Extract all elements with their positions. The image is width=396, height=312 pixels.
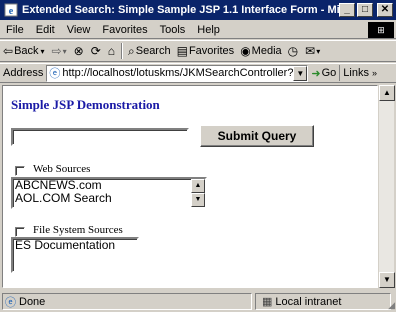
minimize-button[interactable]: _ bbox=[339, 3, 355, 17]
favorites-icon: ▤ bbox=[176, 44, 188, 58]
stop-button[interactable]: ⊗ bbox=[71, 44, 88, 58]
forward-dropdown-icon[interactable]: ▾ bbox=[63, 47, 67, 56]
title-bar: e Extended Search: Simple Sample JSP 1.1… bbox=[0, 0, 396, 20]
windows-logo-icon: ⊞ bbox=[368, 22, 394, 38]
search-button[interactable]: ⌕ Search bbox=[125, 44, 174, 59]
menu-help[interactable]: Help bbox=[191, 24, 226, 36]
address-dropdown-icon[interactable]: ▼ bbox=[293, 65, 308, 81]
stop-icon: ⊗ bbox=[73, 44, 84, 58]
search-icon: ⌕ bbox=[128, 43, 135, 58]
back-arrow-icon: ⇦ bbox=[3, 44, 14, 58]
list-item[interactable]: ES Documentation bbox=[13, 239, 137, 252]
mail-icon: ✉ bbox=[305, 44, 316, 58]
address-input[interactable]: ⓔ http://localhost/lotuskms/JKMSearchCon… bbox=[46, 64, 309, 82]
favorites-label: Favorites bbox=[188, 45, 235, 57]
scroll-up-icon[interactable]: ▲ bbox=[191, 179, 205, 193]
media-icon: ◉ bbox=[240, 44, 251, 58]
web-sources-listbox[interactable]: ABCNEWS.com AOL.COM Search ▲ ▼ bbox=[11, 177, 207, 209]
file-sources-checkbox[interactable] bbox=[15, 227, 25, 237]
mail-dropdown-icon[interactable]: ▾ bbox=[316, 47, 320, 56]
ie-page-icon: e bbox=[4, 3, 18, 17]
back-dropdown-icon[interactable]: ▾ bbox=[41, 47, 45, 56]
media-button[interactable]: ◉ Media bbox=[237, 44, 284, 58]
search-label: Search bbox=[135, 45, 171, 57]
media-label: Media bbox=[251, 45, 282, 57]
status-bar: ⓔ Done ▦ Local intranet ◢ bbox=[0, 291, 396, 312]
menu-edit[interactable]: Edit bbox=[30, 24, 61, 36]
web-sources-label: Web Sources bbox=[33, 163, 91, 175]
history-button[interactable]: ◷ bbox=[285, 44, 302, 58]
address-bar: Address ⓔ http://localhost/lotuskms/JKMS… bbox=[0, 63, 396, 83]
zone-text: Local intranet bbox=[275, 295, 342, 308]
menu-file[interactable]: File bbox=[0, 24, 30, 36]
go-button[interactable]: ➜ Go bbox=[308, 67, 339, 80]
toolbar: ⇦ Back ▾ ⇨ ▾ ⊗ ⟳ ⌂ ⌕ Search ▤ Favorites … bbox=[0, 40, 396, 62]
home-icon: ⌂ bbox=[107, 44, 115, 58]
go-label: Go bbox=[321, 67, 337, 79]
page-done-icon: ⓔ bbox=[5, 296, 16, 309]
address-url: http://localhost/lotuskms/JKMSearchContr… bbox=[62, 67, 309, 79]
links-button[interactable]: Links » bbox=[339, 65, 380, 81]
toolbar-separator bbox=[121, 43, 123, 59]
page-icon: ⓔ bbox=[49, 68, 61, 80]
forward-button[interactable]: ⇨ ▾ bbox=[49, 44, 71, 58]
svg-text:e: e bbox=[9, 6, 14, 17]
links-chevron-icon: » bbox=[372, 68, 378, 78]
window-title: Extended Search: Simple Sample JSP 1.1 I… bbox=[22, 4, 339, 16]
intranet-icon: ▦ bbox=[262, 296, 273, 308]
page-content: Simple JSP Demonstration Submit Query We… bbox=[2, 85, 378, 288]
home-button[interactable]: ⌂ bbox=[105, 44, 119, 58]
listbox-scrollbar[interactable]: ▲ ▼ bbox=[191, 179, 205, 207]
maximize-button[interactable]: □ bbox=[357, 3, 373, 17]
scroll-down-icon[interactable]: ▼ bbox=[379, 272, 395, 288]
back-button[interactable]: ⇦ Back ▾ bbox=[0, 44, 49, 58]
mail-button[interactable]: ✉ ▾ bbox=[302, 44, 324, 58]
history-icon: ◷ bbox=[287, 44, 299, 58]
favorites-button[interactable]: ▤ Favorites bbox=[174, 44, 238, 58]
resize-grip-icon[interactable]: ◢ bbox=[388, 300, 395, 311]
refresh-button[interactable]: ⟳ bbox=[88, 44, 105, 58]
submit-query-button[interactable]: Submit Query bbox=[200, 125, 314, 147]
menu-bar: File Edit View Favorites Tools Help ⊞ bbox=[0, 21, 396, 39]
status-text-pane: ⓔ Done bbox=[2, 293, 252, 310]
go-arrow-icon: ➜ bbox=[311, 67, 321, 80]
links-label: Links bbox=[343, 67, 369, 79]
refresh-icon: ⟳ bbox=[90, 44, 101, 58]
back-label: Back bbox=[14, 45, 39, 57]
address-label: Address bbox=[3, 67, 44, 79]
scroll-up-icon[interactable]: ▲ bbox=[379, 85, 395, 101]
query-input[interactable] bbox=[11, 128, 189, 146]
status-text: Done bbox=[19, 295, 46, 308]
list-item[interactable]: AOL.COM Search bbox=[13, 192, 205, 205]
file-sources-listbox[interactable]: ES Documentation bbox=[11, 237, 139, 273]
web-sources-checkbox[interactable] bbox=[15, 166, 25, 176]
page-scrollbar[interactable]: ▲ ▼ bbox=[378, 85, 395, 288]
menu-view[interactable]: View bbox=[61, 24, 97, 36]
scroll-down-icon[interactable]: ▼ bbox=[191, 193, 205, 207]
menu-tools[interactable]: Tools bbox=[154, 24, 192, 36]
zone-pane: ▦ Local intranet bbox=[255, 293, 391, 310]
file-sources-label: File System Sources bbox=[33, 224, 123, 236]
page-heading: Simple JSP Demonstration bbox=[11, 97, 160, 112]
close-button[interactable]: ✕ bbox=[377, 3, 393, 17]
forward-arrow-icon: ⇨ bbox=[51, 44, 62, 58]
menu-favorites[interactable]: Favorites bbox=[96, 24, 153, 36]
